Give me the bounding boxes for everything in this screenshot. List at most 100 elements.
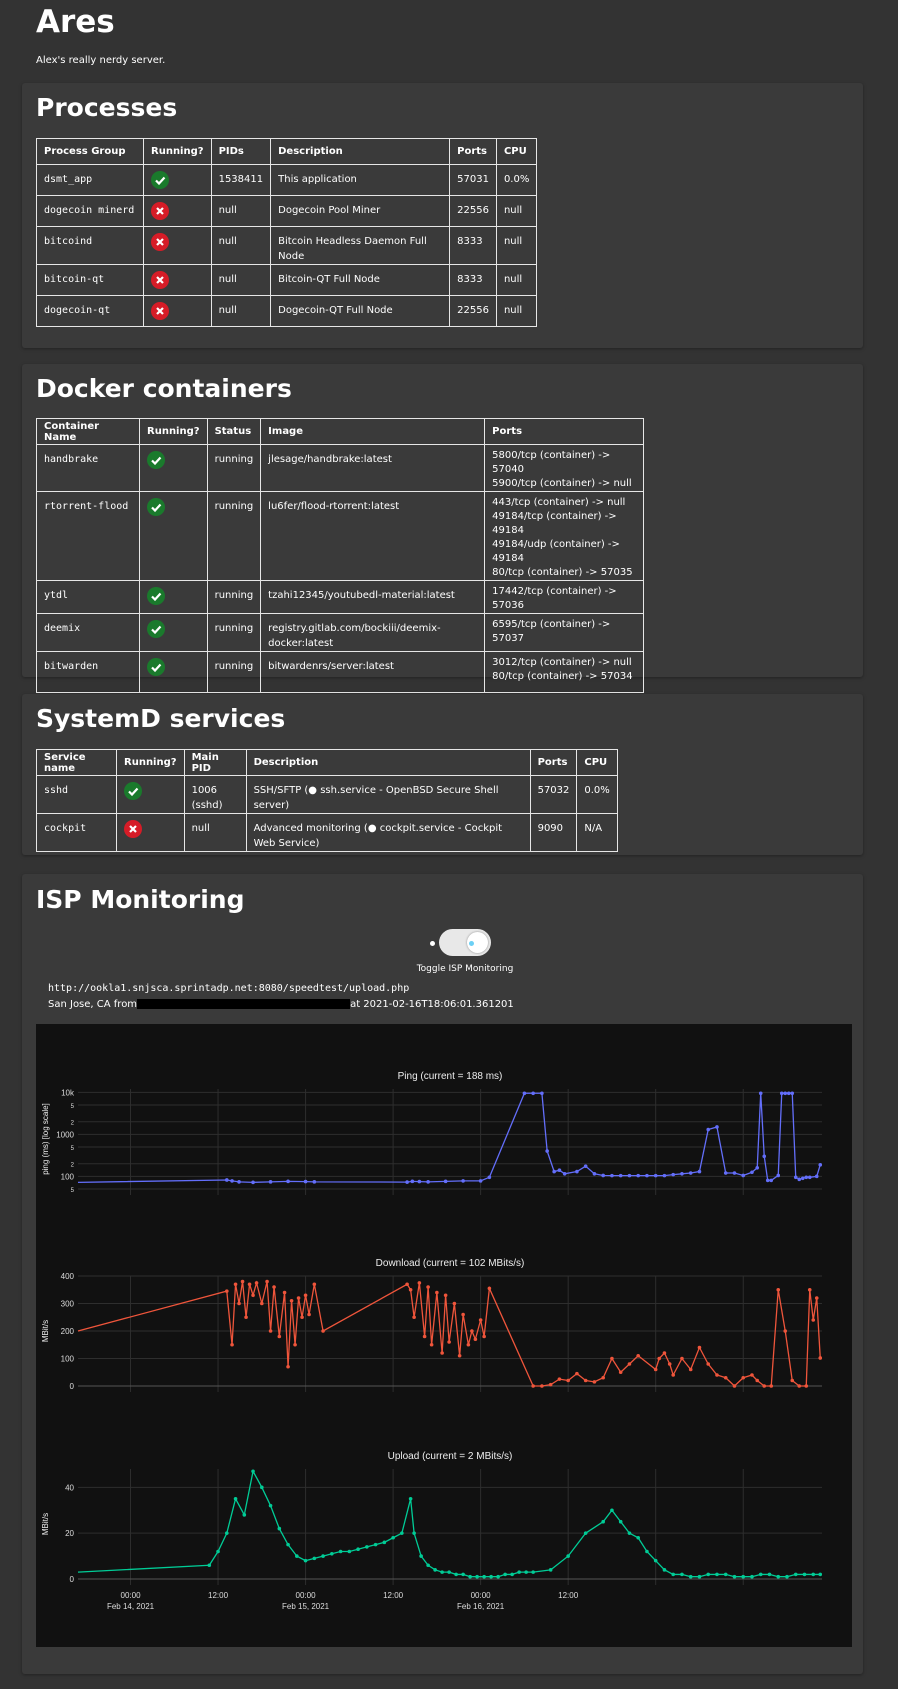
stopped-x-icon xyxy=(151,202,169,220)
status-cell-text: running xyxy=(214,501,254,512)
data-point xyxy=(575,1371,579,1376)
data-point xyxy=(286,1542,290,1547)
data-point xyxy=(723,1572,728,1577)
table-header-row: Container Name Running? Status Image Por… xyxy=(36,418,645,445)
stopped-x-icon xyxy=(151,233,169,251)
data-point xyxy=(296,1296,301,1300)
column-header: Description xyxy=(270,138,451,165)
data-point xyxy=(517,1570,521,1574)
process-group-cell-text: dsmt_app xyxy=(44,174,93,185)
description-cell: Advanced monitoring (● cockpit.service -… xyxy=(245,813,531,852)
data-point xyxy=(237,1301,241,1306)
pids-cell: 1538411 xyxy=(210,164,272,196)
column-header: Container Name xyxy=(36,418,140,445)
data-point xyxy=(566,1554,570,1558)
column-header: Main PID xyxy=(183,749,247,776)
data-point xyxy=(522,1091,527,1096)
data-point xyxy=(552,1169,556,1174)
data-point xyxy=(225,1178,229,1182)
data-point xyxy=(225,1289,229,1293)
table-row: bitcoin-qt null Bitcoin-QT Full Node 8333 nu… xyxy=(36,264,538,296)
x-tick-label: 12:00 xyxy=(383,1591,404,1600)
cpu-cell: null xyxy=(495,295,538,327)
service-name-cell-text: cockpit xyxy=(44,823,87,834)
data-point xyxy=(769,1384,774,1388)
data-point xyxy=(452,1301,457,1306)
data-point xyxy=(443,1293,448,1298)
table-row: handbrake running jlesage/handbrake:latest… xyxy=(36,444,645,492)
data-point xyxy=(391,1535,395,1540)
data-point xyxy=(230,1179,234,1183)
toggle-on-dot xyxy=(469,941,474,946)
y-tick-label: 1000 xyxy=(56,1130,74,1139)
data-point xyxy=(531,1091,535,1096)
ports-cell: 6595/tcp (container) -> 57037 xyxy=(484,613,645,652)
data-point xyxy=(618,1519,623,1524)
data-point xyxy=(286,1364,290,1369)
data-point xyxy=(610,1173,614,1178)
y-tick-label: 0 xyxy=(70,1575,75,1584)
running-check-icon xyxy=(124,782,142,800)
ports-cell: 22556 xyxy=(449,295,497,327)
isp-monitoring-toggle[interactable] xyxy=(439,929,491,956)
data-point xyxy=(216,1549,220,1554)
x-date-label: Feb 14, 2021 xyxy=(107,1602,155,1611)
data-point xyxy=(671,1373,675,1377)
data-point xyxy=(653,1367,658,1372)
data-point xyxy=(765,1178,770,1183)
pids-cell: null xyxy=(210,264,272,296)
data-point xyxy=(312,1282,317,1287)
cpu-cell: 0.0% xyxy=(495,164,538,196)
image-cell: jlesage/handbrake:latest xyxy=(260,444,486,492)
description-cell-text: Advanced monitoring (● cockpit.service -… xyxy=(253,823,503,849)
data-point xyxy=(776,1173,781,1178)
cpu-cell-text: null xyxy=(503,274,523,285)
data-point xyxy=(732,1384,737,1388)
cpu-cell: N/A xyxy=(576,813,618,852)
cpu-cell-text: N/A xyxy=(584,823,603,834)
data-point xyxy=(750,1574,754,1579)
data-point xyxy=(265,1279,269,1284)
running-cell xyxy=(143,295,212,327)
process-group-cell-text: bitcoin-qt xyxy=(44,274,105,285)
running-cell xyxy=(139,444,208,492)
data-point xyxy=(662,1173,667,1178)
y-tick-label: 40 xyxy=(65,1483,74,1492)
processes-table: Process Group Running? PIDs Description … xyxy=(36,138,538,327)
data-point xyxy=(562,1172,567,1176)
description-cell: Dogecoin Pool Miner xyxy=(270,195,451,227)
image-cell-text: bitwardenrs/server:latest xyxy=(268,661,394,672)
data-point xyxy=(461,1179,465,1183)
port-mapping: 443/tcp (container) -> null xyxy=(492,497,626,508)
data-point xyxy=(447,1570,451,1574)
main-pid-cell: null xyxy=(183,813,247,852)
table-row: dogecoin-qt null Dogecoin-QT Full Node 2255… xyxy=(36,295,538,327)
running-check-icon xyxy=(147,587,165,605)
column-header: Ports xyxy=(449,138,497,165)
y-tick-label: 5 xyxy=(71,1188,75,1194)
data-point xyxy=(636,1173,640,1178)
data-point xyxy=(260,1301,264,1306)
data-point xyxy=(443,1179,448,1184)
data-point xyxy=(807,1175,812,1180)
description-cell-text: Dogecoin Pool Miner xyxy=(278,205,381,216)
column-header: Process Group xyxy=(36,138,144,165)
image-cell: registry.gitlab.com/bockiii/deemix-docke… xyxy=(260,613,486,652)
ports-cell-text: 8333 xyxy=(457,236,483,247)
chart-title: Download (current = 102 MBits/s) xyxy=(376,1258,525,1269)
running-cell xyxy=(139,613,208,652)
isp-card: ISP Monitoring Toggle ISP Monitoring htt… xyxy=(22,874,863,1674)
x-tick-label: 12:00 xyxy=(558,1591,579,1600)
data-point xyxy=(303,1293,308,1298)
data-point xyxy=(251,1469,255,1474)
data-point xyxy=(750,1373,754,1377)
running-check-icon xyxy=(147,498,165,516)
data-point xyxy=(667,1362,672,1366)
status-cell: running xyxy=(206,444,262,492)
data-point xyxy=(295,1554,299,1558)
data-point xyxy=(268,1503,273,1508)
data-point xyxy=(540,1384,544,1388)
data-point xyxy=(321,1329,325,1333)
container-name-cell: ytdl xyxy=(36,580,140,614)
series-line xyxy=(77,1092,821,1183)
